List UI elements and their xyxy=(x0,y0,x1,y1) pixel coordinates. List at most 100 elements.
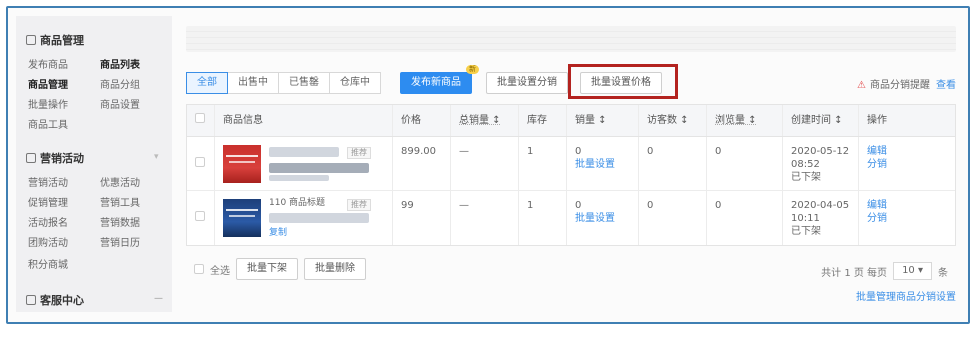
product-table: 商品信息 价格 总销量 ↕ 库存 销量 ↕ 访客数 ↕ 浏览量 ↕ 创建时间 ↕… xyxy=(186,104,956,246)
row-checkbox[interactable] xyxy=(195,211,205,221)
created-time: 10:11 xyxy=(791,213,820,224)
product-info-cell: 110 商品标题 推荐 复制 xyxy=(215,191,393,245)
sidebar-item[interactable]: 营销活动 xyxy=(28,174,68,189)
sales-link[interactable]: 批量设置 xyxy=(575,158,630,171)
status-tabs: 全部 出售中 已售罄 仓库中 xyxy=(186,72,381,94)
price-cell: 99 xyxy=(393,191,451,245)
product-info-cell: 推荐 xyxy=(215,137,393,190)
created-time: 08:52 xyxy=(791,159,820,170)
tab-sold-out[interactable]: 已售罄 xyxy=(278,72,330,94)
batch-distribution-button[interactable]: 批量设置分销 xyxy=(486,72,568,94)
created-cell: 2020-04-05 10:11 已下架 xyxy=(783,191,859,245)
product-subtitle-blurred xyxy=(269,163,369,173)
new-badge: 新 xyxy=(466,65,479,74)
main-panel: 全部 出售中 已售罄 仓库中 发布新商品 新 批量设置分销 批量设置价格 ⚠ 商品… xyxy=(186,26,956,310)
batch-offshelf-button[interactable]: 批量下架 xyxy=(236,258,298,280)
header-created[interactable]: 创建时间 ↕ xyxy=(783,105,859,136)
tab-warehouse[interactable]: 仓库中 xyxy=(329,72,381,94)
select-all-checkbox[interactable] xyxy=(195,113,205,123)
shelf-status: 已下架 xyxy=(791,172,821,183)
stock-cell: 1 xyxy=(519,191,567,245)
highlight-box xyxy=(568,64,678,99)
sidebar-item[interactable]: 营销工具 xyxy=(100,194,140,209)
product-tag: 推荐 xyxy=(347,147,371,159)
pagination: 共计 1 页 每页 10 ▾ 条 xyxy=(821,262,948,280)
total-sales-cell: — xyxy=(451,137,519,190)
sidebar-item[interactable]: 商品分组 xyxy=(100,76,140,91)
sidebar-group-title[interactable]: 营销活动 ▾ xyxy=(26,150,159,166)
sidebar-item[interactable]: 积分商城 xyxy=(28,256,68,271)
header-total-sales[interactable]: 总销量 ↕ xyxy=(451,105,519,136)
views-cell: 0 xyxy=(707,191,783,245)
sidebar-group-title[interactable]: 客服中心 — xyxy=(26,292,163,308)
service-icon xyxy=(26,295,36,305)
pager-text: 共计 1 页 每页 xyxy=(821,267,888,279)
sales-link[interactable]: 批量设置 xyxy=(575,212,630,225)
header-sales[interactable]: 销量 ↕ xyxy=(567,105,639,136)
warning-icon: ⚠ xyxy=(857,80,866,91)
total-sales-cell: — xyxy=(451,191,519,245)
visitors-cell: 0 xyxy=(639,137,707,190)
stock-cell: 1 xyxy=(519,137,567,190)
sidebar-item[interactable]: 营销数据 xyxy=(100,214,140,229)
header-stock: 库存 xyxy=(519,105,567,136)
notice-text: 商品分销提醒 xyxy=(870,80,930,91)
header-product-info: 商品信息 xyxy=(215,105,393,136)
product-title-blurred xyxy=(269,147,339,157)
sidebar-item[interactable]: 优惠活动 xyxy=(100,174,140,189)
product-tag: 推荐 xyxy=(347,199,371,211)
created-cell: 2020-05-12 08:52 已下架 xyxy=(783,137,859,190)
notice: ⚠ 商品分销提醒 查看 xyxy=(857,76,956,91)
publish-product-button[interactable]: 发布新商品 新 xyxy=(400,65,479,94)
header-checkbox-cell xyxy=(187,105,215,136)
page-size-value: 10 xyxy=(902,265,915,276)
page-size-select[interactable]: 10 ▾ xyxy=(893,262,932,280)
row-checkbox[interactable] xyxy=(195,157,205,167)
sidebar-item[interactable]: 商品管理 xyxy=(28,76,68,91)
edit-link[interactable]: 编辑 xyxy=(867,145,947,158)
header-actions: 操作 xyxy=(867,115,887,126)
row-checkbox-cell xyxy=(187,191,215,245)
shelf-status: 已下架 xyxy=(791,226,821,237)
product-subtitle: 110 商品标题 xyxy=(269,198,326,208)
product-thumbnail[interactable] xyxy=(223,145,261,183)
product-title-blurred xyxy=(269,213,369,223)
notice-link[interactable]: 查看 xyxy=(936,80,956,91)
sidebar-item[interactable]: 批量操作 xyxy=(28,96,68,111)
sidebar-item[interactable]: 商品设置 xyxy=(100,96,140,111)
sidebar-item[interactable]: 商品工具 xyxy=(28,116,68,131)
select-all-label: 全选 xyxy=(210,265,230,277)
sidebar-item[interactable]: 营销日历 xyxy=(100,234,140,249)
header-visitors[interactable]: 访客数 ↕ xyxy=(639,105,707,136)
table-row: 推荐 899.00 — 1 0 批量设置 0 0 2020-05-12 08:5… xyxy=(187,137,955,191)
created-date: 2020-05-12 xyxy=(791,146,850,157)
table-header: 商品信息 价格 总销量 ↕ 库存 销量 ↕ 访客数 ↕ 浏览量 ↕ 创建时间 ↕… xyxy=(187,105,955,137)
table-row: 110 商品标题 推荐 复制 99 — 1 0 批量设置 0 0 2020-04… xyxy=(187,191,955,245)
chevron-down-icon: — xyxy=(154,294,163,304)
distribution-link[interactable]: 分销 xyxy=(867,158,947,171)
bulk-distribution-settings-link[interactable]: 批量管理商品分销设置 xyxy=(856,288,956,303)
tab-on-sale[interactable]: 出售中 xyxy=(227,72,279,94)
product-thumbnail[interactable] xyxy=(223,199,261,237)
footer-select-all-checkbox[interactable] xyxy=(194,264,204,274)
sidebar-item[interactable]: 促销管理 xyxy=(28,194,68,209)
edit-link[interactable]: 编辑 xyxy=(867,199,947,212)
sidebar-item[interactable]: 团购活动 xyxy=(28,234,68,249)
publish-product-label: 发布新商品 xyxy=(411,77,461,88)
sidebar: 商品管理 发布商品 商品列表 商品管理 商品分组 批量操作 商品设置 商品工具 … xyxy=(16,16,172,312)
header-total-sales-label: 总销量 ↕ xyxy=(459,115,501,126)
header-views[interactable]: 浏览量 ↕ xyxy=(707,105,783,136)
distribution-link[interactable]: 分销 xyxy=(867,212,947,225)
copy-link[interactable]: 复制 xyxy=(269,227,287,240)
sales-cell: 0 批量设置 xyxy=(567,137,639,190)
batch-delete-button[interactable]: 批量删除 xyxy=(304,258,366,280)
sidebar-group-title[interactable]: 商品管理 xyxy=(26,32,84,48)
top-breadcrumb-bar xyxy=(186,26,956,52)
sidebar-item[interactable]: 活动报名 xyxy=(28,214,68,229)
bulk-actions: 全选 批量下架 批量删除 xyxy=(194,258,366,280)
sidebar-item[interactable]: 商品列表 xyxy=(100,56,140,71)
sidebar-item[interactable]: 发布商品 xyxy=(28,56,68,71)
pager-unit: 条 xyxy=(938,267,948,279)
visitors-cell: 0 xyxy=(639,191,707,245)
tab-all[interactable]: 全部 xyxy=(186,72,228,94)
